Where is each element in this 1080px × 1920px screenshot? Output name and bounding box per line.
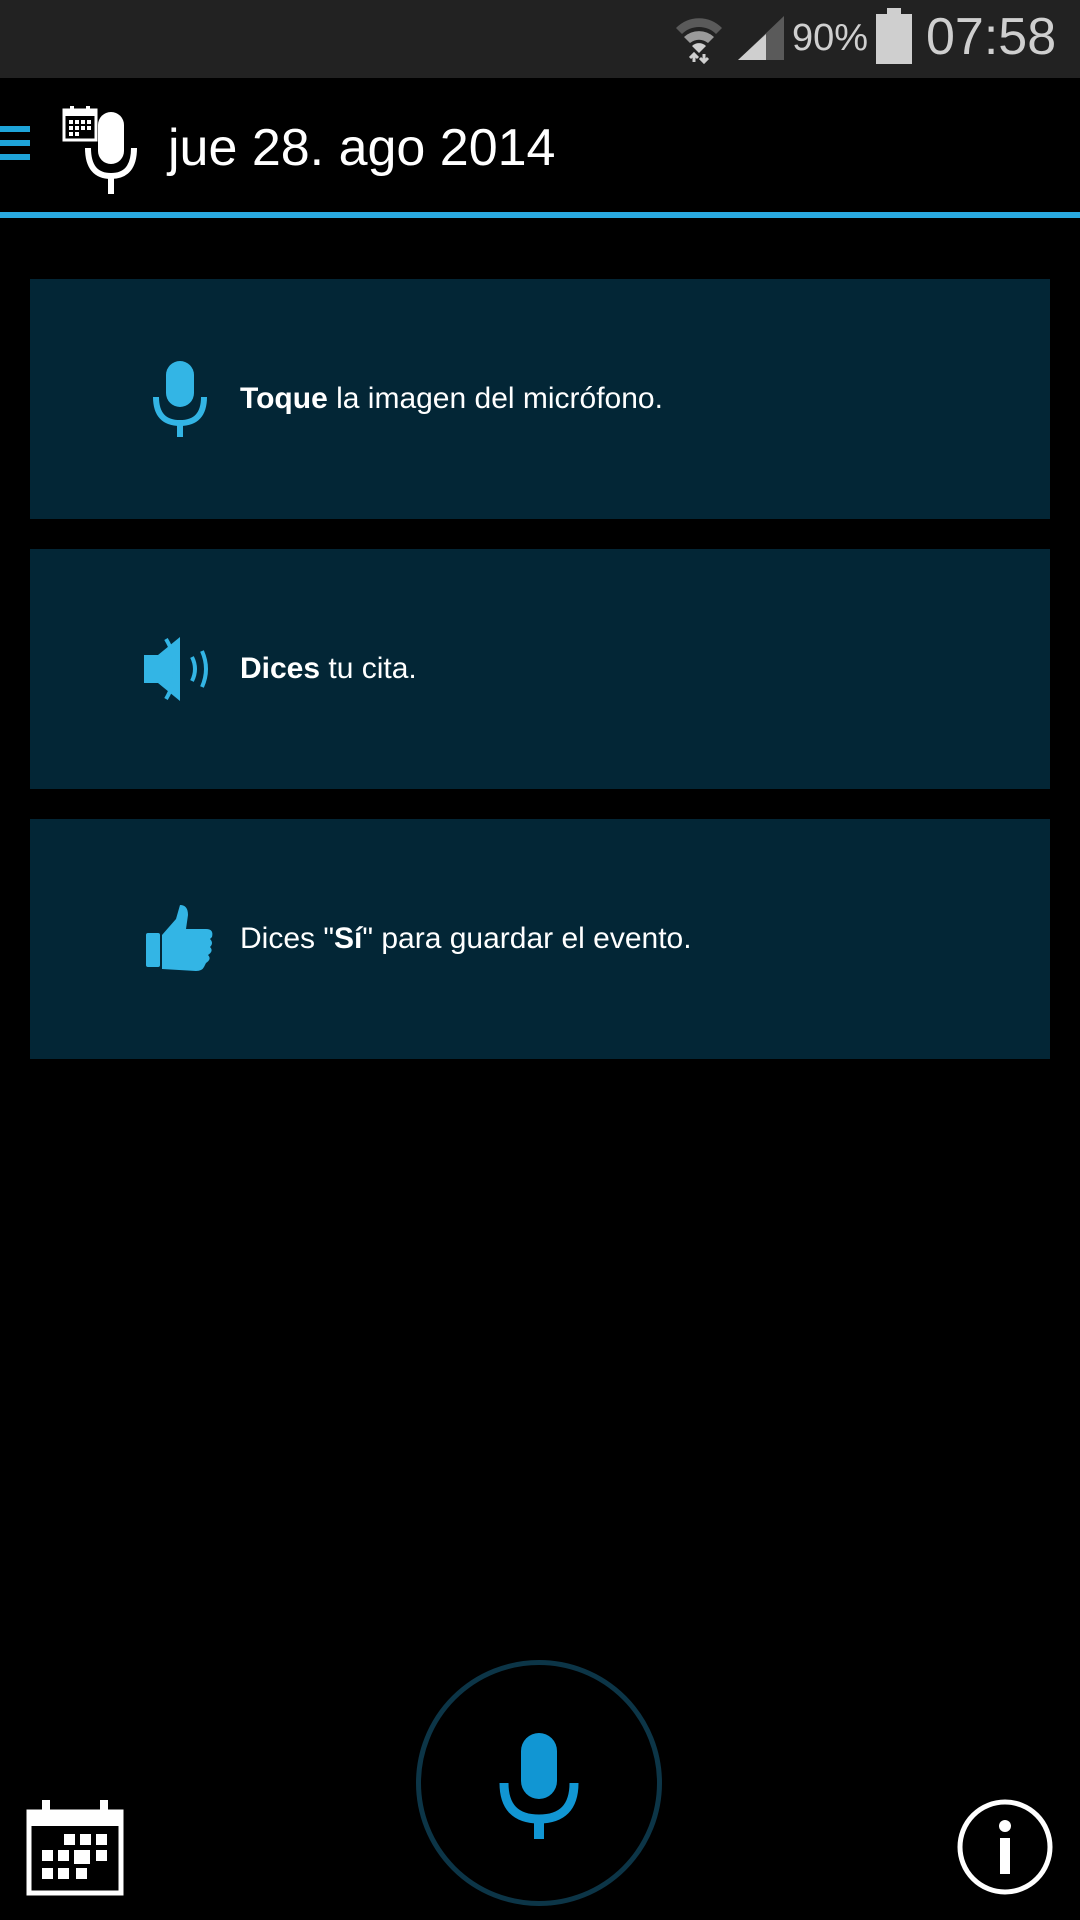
- instruction-card-speak: Dices tu cita.: [30, 549, 1050, 789]
- instruction-text: Dices tu cita.: [240, 652, 417, 685]
- screen: 90% 07:58 jue 28. ago 2014 Toque la imag…: [0, 0, 1080, 1920]
- wifi-icon: [676, 18, 722, 64]
- microphone-icon: [153, 361, 207, 437]
- instruction-text: Toque la imagen del micrófono.: [240, 382, 663, 415]
- signal-icon: [738, 16, 784, 60]
- microphone-icon: [499, 1733, 579, 1839]
- action-bar: jue 28. ago 2014: [0, 78, 1080, 212]
- drawer-menu-icon[interactable]: [0, 126, 30, 166]
- microphone-button[interactable]: [416, 1660, 662, 1906]
- battery-icon: [876, 8, 912, 64]
- instruction-text: Dices "Sí" para guardar el evento.: [240, 922, 692, 955]
- status-bar: 90% 07:58: [0, 0, 1080, 78]
- accent-divider: [0, 212, 1080, 218]
- info-icon[interactable]: [956, 1798, 1054, 1896]
- speaker-icon: [144, 637, 208, 701]
- instruction-card-confirm: Dices "Sí" para guardar el evento.: [30, 819, 1050, 1059]
- battery-percent: 90%: [792, 17, 869, 59]
- calendar-icon[interactable]: [26, 1798, 124, 1896]
- calendar-microphone-app-icon[interactable]: [62, 104, 154, 200]
- page-title: jue 28. ago 2014: [168, 119, 556, 177]
- status-clock: 07:58: [926, 8, 1057, 66]
- instruction-card-tap-mic: Toque la imagen del micrófono.: [30, 279, 1050, 519]
- thumbs-up-icon: [146, 905, 213, 971]
